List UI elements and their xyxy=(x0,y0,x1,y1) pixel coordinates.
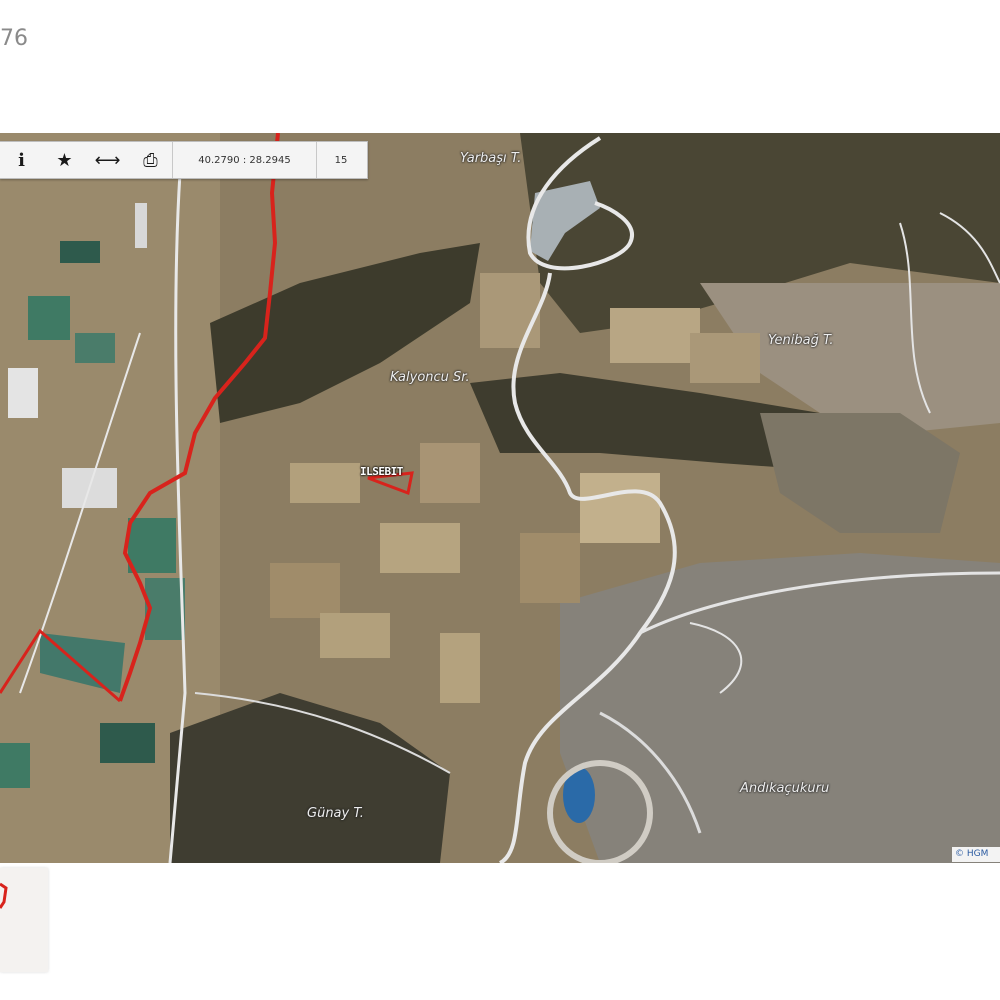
zoom-level: 15 xyxy=(334,154,348,166)
thumbnail-preview[interactable] xyxy=(0,868,48,972)
thumbnail-boundary-mark xyxy=(0,882,8,909)
map-label-kalyoncu: Kalyoncu Sr. xyxy=(390,370,470,385)
parcel-label: ILSEBIT xyxy=(360,465,403,478)
map-toolbar: i ★ ⟷ ⎙ 40.2790 : 28.2945 15 xyxy=(0,141,368,179)
map-label-andikacukuru: Andıkaçukuru xyxy=(740,781,830,796)
page-number-fragment: 76 xyxy=(0,26,28,51)
favorite-star-icon[interactable]: ★ xyxy=(43,142,86,178)
map-label-yarbasi: Yarbaşı T. xyxy=(460,151,522,166)
info-icon[interactable]: i xyxy=(0,142,43,178)
print-icon[interactable]: ⎙ xyxy=(129,142,172,178)
coordinate-readout: 40.2790 : 28.2945 xyxy=(198,154,291,166)
map-label-gunay: Günay T. xyxy=(307,806,364,821)
map-attribution[interactable]: © HGM xyxy=(952,847,1000,862)
satellite-map[interactable]: Yarbaşı T. Yenibağ T. Kalyoncu Sr. Günay… xyxy=(0,133,1000,863)
map-label-yenibag: Yenibağ T. xyxy=(768,333,834,348)
measure-icon[interactable]: ⟷ xyxy=(86,142,129,178)
satellite-imagery xyxy=(0,133,1000,863)
